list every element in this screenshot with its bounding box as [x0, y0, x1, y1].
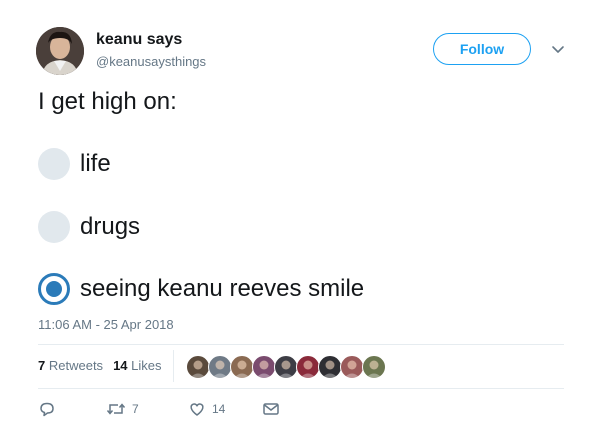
message-button[interactable]	[262, 400, 280, 418]
like-button[interactable]: 14	[188, 400, 225, 418]
author-avatar[interactable]	[36, 27, 84, 75]
chevron-down-icon[interactable]	[549, 40, 567, 58]
profile-photo-icon	[36, 27, 84, 75]
divider	[38, 344, 564, 345]
reply-button[interactable]	[38, 400, 56, 418]
like-count: 14	[212, 402, 226, 416]
liker-avatar-4[interactable]	[252, 355, 276, 379]
follow-button[interactable]: Follow	[433, 33, 531, 65]
retweets-label: Retweets	[48, 358, 104, 373]
likes-label: Likes	[131, 358, 162, 373]
divider	[38, 388, 564, 389]
envelope-icon	[263, 403, 279, 415]
poll-option-keanu-smile[interactable]: seeing keanu reeves smile	[38, 272, 364, 306]
retweet-button[interactable]: 7	[106, 400, 139, 418]
liker-avatar-2[interactable]	[208, 355, 232, 379]
liker-avatar-9[interactable]	[362, 355, 386, 379]
poll-option-life[interactable]: life	[38, 147, 111, 181]
heart-icon	[190, 403, 204, 416]
retweets-count: 7	[38, 358, 46, 373]
likes-count: 14	[113, 358, 128, 373]
liker-avatar-1[interactable]	[186, 355, 210, 379]
poll-option-label: seeing keanu reeves smile	[80, 275, 365, 302]
radio-icon	[38, 211, 70, 243]
radio-icon	[38, 148, 70, 180]
author-handle[interactable]: @keanusaysthings	[96, 54, 206, 69]
poll-option-label: life	[80, 150, 111, 177]
liker-avatars	[186, 355, 386, 379]
divider	[173, 350, 174, 382]
liker-avatar-8[interactable]	[340, 355, 364, 379]
poll-option-label: drugs	[80, 213, 141, 240]
reply-icon	[40, 402, 54, 417]
tweet-timestamp[interactable]: 11:06 AM - 25 Apr 2018	[38, 317, 174, 332]
retweet-icon	[106, 403, 126, 415]
liker-avatar-3[interactable]	[230, 355, 254, 379]
liker-avatar-6[interactable]	[296, 355, 320, 379]
radio-selected-icon	[38, 273, 70, 305]
poll-option-drugs[interactable]: drugs	[38, 210, 140, 244]
author-name[interactable]: keanu says	[96, 31, 182, 49]
tweet-text: I get high on:	[38, 88, 177, 115]
retweets-stat[interactable]: 7 Retweets	[38, 358, 103, 373]
retweet-count: 7	[132, 402, 139, 416]
liker-avatar-5[interactable]	[274, 355, 298, 379]
tweet-stats: 7 Retweets 14 Likes	[38, 358, 162, 373]
tweet-actions: 7 14	[38, 400, 338, 420]
liker-avatar-7[interactable]	[318, 355, 342, 379]
likes-stat[interactable]: 14 Likes	[113, 358, 161, 373]
